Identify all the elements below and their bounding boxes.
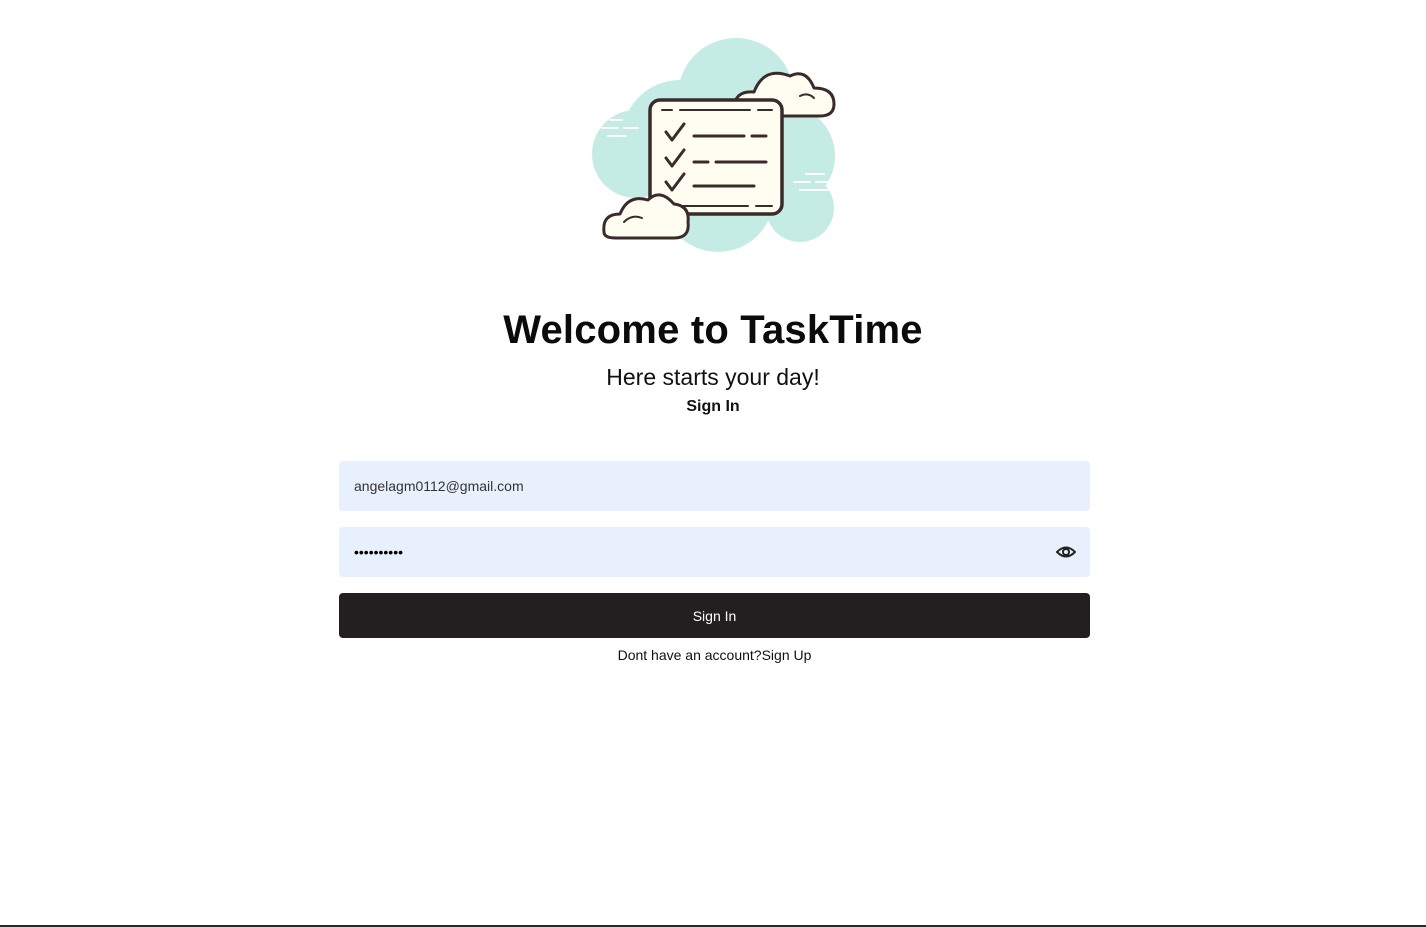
page-subtitle: Here starts your day!	[606, 364, 820, 390]
signin-page: Welcome to TaskTime Here starts your day…	[0, 0, 1426, 927]
email-field-container	[339, 461, 1090, 511]
sign-up-link[interactable]: Sign Up	[762, 647, 812, 663]
signin-form: Sign In Dont have an account?Sign Up	[339, 461, 1090, 663]
password-field-container	[339, 527, 1090, 577]
signin-heading: Sign In	[686, 398, 740, 415]
eye-icon[interactable]	[1056, 543, 1076, 561]
password-input[interactable]	[339, 527, 1090, 577]
email-input[interactable]	[339, 461, 1090, 511]
signup-prompt-row: Dont have an account?Sign Up	[339, 647, 1090, 663]
checklist-clouds-illustration	[588, 36, 840, 254]
page-title: Welcome to TaskTime	[503, 308, 923, 352]
sign-in-button[interactable]: Sign In	[339, 593, 1090, 638]
signup-prompt-text: Dont have an account?	[617, 647, 762, 663]
